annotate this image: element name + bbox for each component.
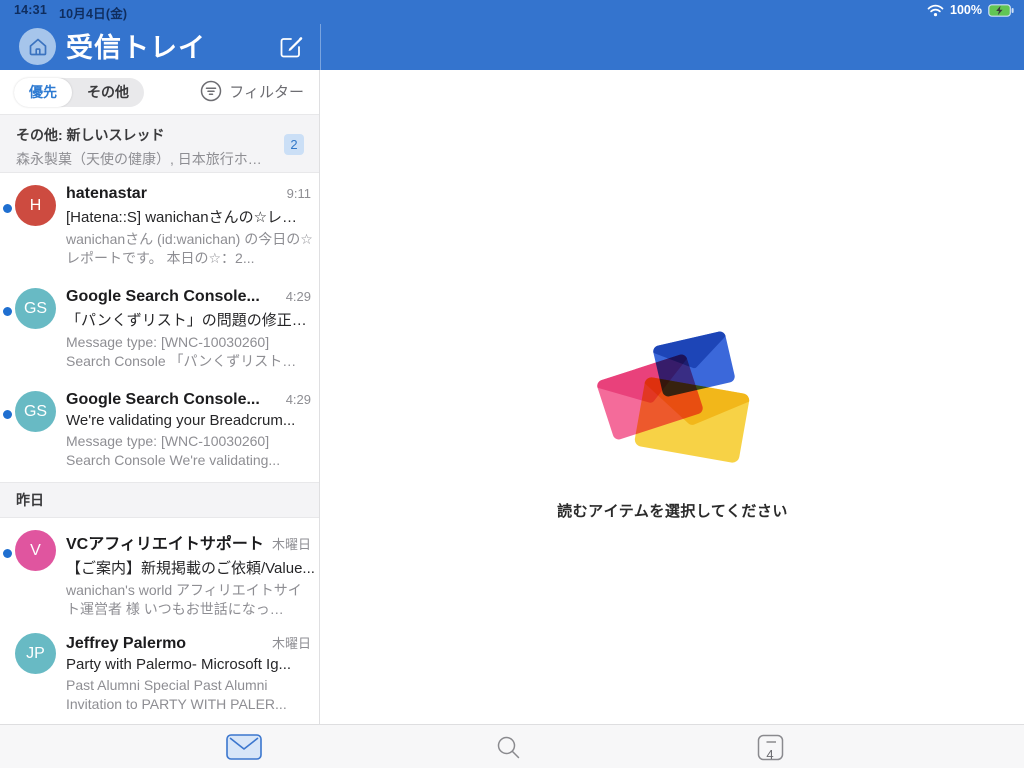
message-list: H hatenastar 9:11 [Hatena::S] wanichanさん…: [0, 173, 319, 724]
mail-icon: [226, 734, 262, 760]
avatar: GS: [15, 391, 56, 432]
unread-dot: [3, 410, 12, 419]
status-bar: 14:31 10月4日(金) 100%: [0, 0, 1024, 24]
compose-icon: [277, 32, 305, 60]
battery-percent: 100%: [950, 3, 982, 17]
banner-preview: 森永製菓（天使の健康）, 日本旅行ホ…: [16, 151, 262, 167]
message-sender: VCアフィリエイトサポート: [66, 536, 264, 553]
calendar-icon: 4: [757, 734, 784, 762]
message-preview: Past Alumni Special Past Alumni Invitati…: [66, 677, 287, 712]
tab-focused[interactable]: 優先: [14, 78, 72, 107]
message-sender: hatenastar: [66, 185, 147, 202]
other-threads-banner[interactable]: その他: 新しいスレッド 森永製菓（天使の健康）, 日本旅行ホ… 2: [0, 115, 319, 173]
message-top-line: Google Search Console... 4:29: [66, 391, 311, 409]
filter-button[interactable]: フィルター: [200, 80, 304, 102]
battery-icon: [988, 3, 1014, 17]
message-time: 木曜日: [271, 636, 311, 651]
message-preview: wanichanさん (id:wanichan) の今日の☆レポートです。 本日…: [66, 231, 313, 266]
status-date: 10月4日(金): [58, 7, 128, 21]
message-time: 4:29: [285, 392, 311, 407]
unread-dot: [3, 204, 12, 213]
tab-calendar[interactable]: 4: [740, 725, 800, 768]
message-list-panel: 優先 その他 フィルター その他: 新しいスレッド 森永製菓（天使の健康）, 日…: [0, 70, 320, 724]
message-row[interactable]: H hatenastar 9:11 [Hatena::S] wanichanさん…: [0, 173, 319, 276]
unread-dot: [3, 549, 12, 558]
home-icon: [27, 36, 49, 58]
message-subject: Party with Palermo- Microsoft Ig...: [66, 656, 292, 673]
empty-state-message: 読むアイテムを選択してください: [557, 503, 788, 520]
avatar: H: [15, 185, 56, 226]
reading-pane: 読むアイテムを選択してください: [321, 70, 1024, 724]
message-sender: Jeffrey Palermo: [66, 635, 187, 652]
wifi-icon: [927, 4, 944, 17]
message-top-line: hatenastar 9:11: [66, 185, 311, 203]
search-icon: [496, 735, 521, 760]
top-chrome: 14:31 10月4日(金) 100% 受信トレイ: [0, 0, 1024, 70]
tab-bar: 4: [0, 724, 1024, 768]
compose-button[interactable]: [277, 32, 305, 60]
message-top-line: Google Search Console... 4:29: [66, 288, 311, 306]
message-preview: wanichan's world アフィリエイトサイト運営者 様 いつもお世話に…: [66, 582, 302, 617]
tab-search[interactable]: [478, 725, 538, 768]
tab-other[interactable]: その他: [72, 78, 144, 107]
unread-count-badge: 2: [284, 134, 304, 155]
filter-icon: [200, 80, 222, 102]
message-time: 4:29: [285, 289, 311, 304]
avatar: GS: [15, 288, 56, 329]
message-row[interactable]: GS Google Search Console... 4:29 We're v…: [0, 379, 319, 482]
envelopes-illustration: [593, 320, 753, 465]
app-header: 受信トレイ: [0, 24, 320, 70]
unread-dot: [3, 307, 12, 316]
message-time: 9:11: [286, 186, 311, 201]
status-right: 100%: [927, 3, 1014, 17]
message-subject: [Hatena::S] wanichanさんの☆レ…: [66, 209, 298, 226]
message-row[interactable]: JP Jeffrey Palermo 木曜日 Party with Palerm…: [0, 621, 319, 724]
inbox-segmented-control: 優先 その他: [14, 78, 144, 107]
filter-bar: 優先 その他 フィルター: [0, 70, 319, 115]
message-top-line: VCアフィリエイトサポート 木曜日: [66, 530, 311, 554]
date-section-header: 昨日: [0, 482, 319, 518]
tab-mail[interactable]: [214, 725, 274, 768]
message-subject: 【ご案内】新規掲載のご依頼/Value...: [66, 560, 314, 577]
message-subject: We're validating your Breadcrum...: [66, 412, 296, 429]
status-time: 14:31: [14, 3, 47, 17]
avatar: V: [15, 530, 56, 571]
home-button[interactable]: [19, 28, 56, 65]
message-preview: Message type: [WNC-10030260] Search Cons…: [66, 334, 297, 369]
message-row[interactable]: V VCアフィリエイトサポート 木曜日 【ご案内】新規掲載のご依頼/Value.…: [0, 518, 319, 621]
banner-title: その他: 新しいスレッド: [16, 127, 165, 143]
message-time: 木曜日: [271, 537, 311, 552]
filter-label: フィルター: [229, 83, 304, 101]
page-title: 受信トレイ: [66, 33, 206, 63]
message-sender: Google Search Console...: [66, 391, 260, 408]
calendar-day-number: 4: [766, 746, 774, 762]
message-subject: 「パンくずリスト」の問題の修正…: [66, 312, 307, 329]
message-preview: Message type: [WNC-10030260] Search Cons…: [66, 433, 281, 468]
avatar: JP: [15, 633, 56, 674]
date-section-label: 昨日: [16, 492, 44, 508]
status-left: 14:31 10月4日(金): [14, 3, 127, 22]
message-row[interactable]: GS Google Search Console... 4:29 「パンくずリス…: [0, 276, 319, 379]
message-top-line: Jeffrey Palermo 木曜日: [66, 633, 311, 653]
message-sender: Google Search Console...: [66, 288, 260, 305]
header-panel-seam: [320, 24, 321, 70]
